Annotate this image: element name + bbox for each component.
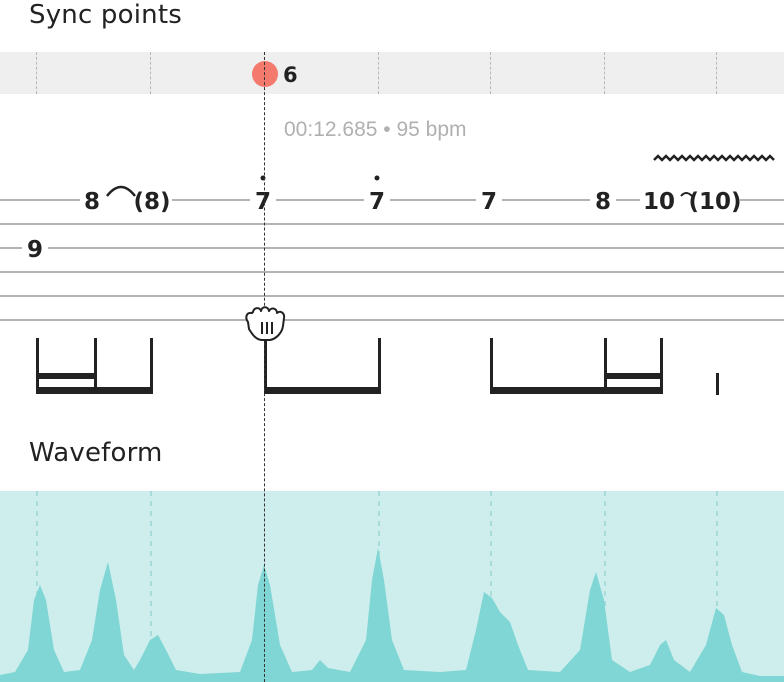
- fret-number[interactable]: 7: [481, 189, 497, 215]
- sync-point-marker[interactable]: [252, 61, 278, 87]
- vibrato-icon: [653, 154, 775, 162]
- fret-number[interactable]: 7: [369, 189, 385, 215]
- fret-number-tied[interactable]: (10): [688, 189, 741, 215]
- time-tempo-readout: 00:12.685 • 95 bpm: [284, 118, 467, 141]
- waveform: [0, 548, 784, 682]
- fret-number[interactable]: 7: [255, 189, 271, 215]
- fret-number[interactable]: 9: [27, 237, 43, 263]
- tab-staff: [0, 199, 784, 321]
- notation-canvas: 8 (8) 7 7 7 8 10 (10) 9: [0, 154, 784, 682]
- fret-number[interactable]: 10: [643, 189, 675, 215]
- sync-point-number: 6: [283, 63, 298, 87]
- rhythm-notation: [36, 338, 719, 395]
- waveform-title: Waveform: [29, 438, 163, 468]
- playhead-line[interactable]: [264, 52, 265, 682]
- staccato-dot: [374, 175, 380, 181]
- fret-number[interactable]: 8: [595, 189, 611, 215]
- fret-number-tied[interactable]: (8): [133, 189, 170, 215]
- fret-number[interactable]: 8: [84, 189, 100, 215]
